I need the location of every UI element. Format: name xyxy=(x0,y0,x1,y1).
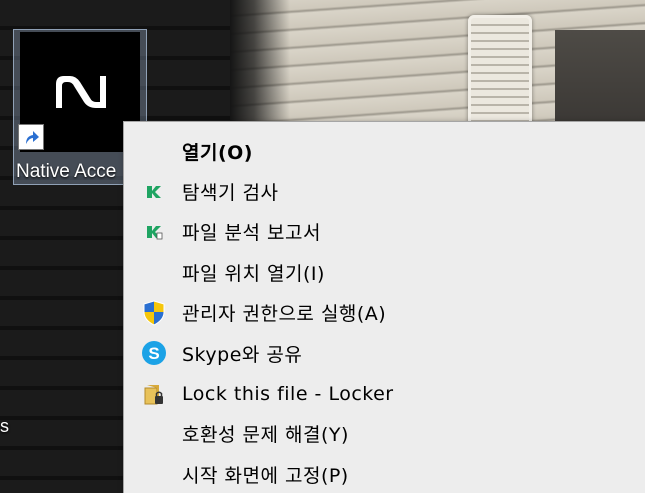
menu-item-label: 파일 분석 보고서 xyxy=(182,222,321,245)
locker-folder-icon xyxy=(140,380,168,408)
menu-item-label: 파일 위치 열기(I) xyxy=(182,262,325,285)
menu-item-label: 호환성 문제 해결(Y) xyxy=(182,424,349,447)
menu-item-open[interactable]: 열기(O) xyxy=(124,131,645,171)
context-menu: 열기(O) 탐색기 검사 파일 분석 보고서 파일 위치 열기(I) 관리자 권… xyxy=(123,121,645,493)
menu-item-kaspersky-scan[interactable]: 탐색기 검사 xyxy=(124,171,645,211)
desktop-icon-label-partial[interactable]: s xyxy=(0,416,9,437)
uac-shield-icon xyxy=(140,299,168,327)
menu-item-label: Skype와 공유 xyxy=(182,343,303,366)
menu-item-label: 열기(O) xyxy=(182,141,253,164)
menu-item-open-file-location[interactable]: 파일 위치 열기(I) xyxy=(124,252,645,292)
menu-item-label: 관리자 권한으로 실행(A) xyxy=(182,303,387,326)
desktop: s Native Acce 열기(O) 탐색기 검사 파일 분석 보고서 파일 … xyxy=(0,0,645,493)
menu-item-troubleshoot-compatibility[interactable]: 호환성 문제 해결(Y) xyxy=(124,414,645,454)
menu-item-share-skype[interactable]: S Skype와 공유 xyxy=(124,333,645,373)
skype-icon: S xyxy=(140,339,168,367)
menu-item-label: Lock this file - Locker xyxy=(182,382,394,405)
menu-item-pin-to-start[interactable]: 시작 화면에 고정(P) xyxy=(124,454,645,493)
shortcut-arrow-icon xyxy=(18,124,44,150)
kaspersky-icon xyxy=(140,178,168,206)
menu-item-label: 탐색기 검사 xyxy=(182,182,279,205)
menu-item-lock-file[interactable]: Lock this file - Locker xyxy=(124,373,645,413)
menu-item-label: 시작 화면에 고정(P) xyxy=(182,464,349,487)
menu-item-run-as-admin[interactable]: 관리자 권한으로 실행(A) xyxy=(124,293,645,333)
wallpaper-window xyxy=(555,30,645,130)
kaspersky-report-icon xyxy=(140,218,168,246)
menu-item-file-analysis-report[interactable]: 파일 분석 보고서 xyxy=(124,212,645,252)
svg-text:S: S xyxy=(148,344,159,363)
